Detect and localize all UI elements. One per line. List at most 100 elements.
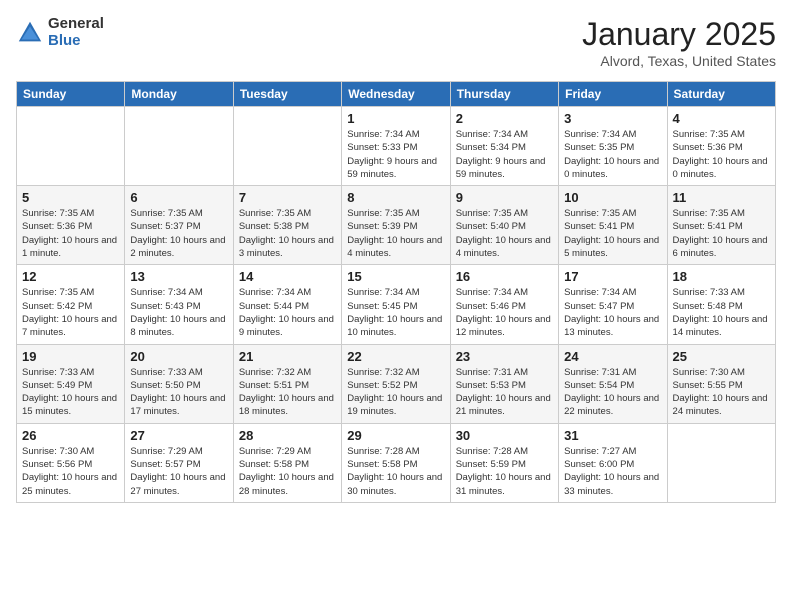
- calendar-cell: 23 Sunrise: 7:31 AM Sunset: 5:53 PM Dayli…: [450, 344, 558, 423]
- day-info: Sunrise: 7:30 AM Sunset: 5:56 PM Dayligh…: [22, 445, 119, 498]
- calendar-cell: [125, 107, 233, 186]
- day-info: Sunrise: 7:33 AM Sunset: 5:50 PM Dayligh…: [130, 366, 227, 419]
- day-info: Sunrise: 7:35 AM Sunset: 5:38 PM Dayligh…: [239, 207, 336, 260]
- calendar-cell: 20Sunrise: 7:33 AM Sunset: 5:50 PM Dayli…: [125, 344, 233, 423]
- day-number: 19: [22, 349, 119, 364]
- day-of-week-header: Wednesday: [342, 82, 450, 107]
- day-number: 4: [673, 111, 770, 126]
- day-of-week-header: Thursday: [450, 82, 558, 107]
- calendar-cell: 12Sunrise: 7:35 AM Sunset: 5:42 PM Dayli…: [17, 265, 125, 344]
- day-info: Sunrise: 7:35 AM Sunset: 5:40 PM Dayligh…: [456, 207, 553, 260]
- day-number: 18: [673, 269, 770, 284]
- day-of-week-header: Saturday: [667, 82, 775, 107]
- calendar-header-row: SundayMondayTuesdayWednesdayThursdayFrid…: [17, 82, 776, 107]
- day-info: Sunrise: 7:34 AM Sunset: 5:34 PM Dayligh…: [456, 128, 553, 181]
- day-number: 12: [22, 269, 119, 284]
- calendar-cell: [667, 423, 775, 502]
- calendar-cell: 1 Sunrise: 7:34 AM Sunset: 5:33 PM Daylig…: [342, 107, 450, 186]
- calendar-cell: 25 Sunrise: 7:30 AM Sunset: 5:55 PM Dayli…: [667, 344, 775, 423]
- calendar-cell: 24Sunrise: 7:31 AM Sunset: 5:54 PM Dayli…: [559, 344, 667, 423]
- day-of-week-header: Monday: [125, 82, 233, 107]
- day-number: 22: [347, 349, 444, 364]
- calendar-cell: 6 Sunrise: 7:35 AM Sunset: 5:37 PM Daylig…: [125, 186, 233, 265]
- calendar-cell: 21Sunrise: 7:32 AM Sunset: 5:51 PM Dayli…: [233, 344, 341, 423]
- calendar-week-row: 12Sunrise: 7:35 AM Sunset: 5:42 PM Dayli…: [17, 265, 776, 344]
- day-info: Sunrise: 7:34 AM Sunset: 5:46 PM Dayligh…: [456, 286, 553, 339]
- day-info: Sunrise: 7:33 AM Sunset: 5:48 PM Dayligh…: [673, 286, 770, 339]
- day-info: Sunrise: 7:34 AM Sunset: 5:35 PM Dayligh…: [564, 128, 661, 181]
- day-number: 23: [456, 349, 553, 364]
- calendar-cell: 22Sunrise: 7:32 AM Sunset: 5:52 PM Dayli…: [342, 344, 450, 423]
- calendar-cell: 16Sunrise: 7:34 AM Sunset: 5:46 PM Dayli…: [450, 265, 558, 344]
- day-info: Sunrise: 7:33 AM Sunset: 5:49 PM Dayligh…: [22, 366, 119, 419]
- calendar-cell: [17, 107, 125, 186]
- day-of-week-header: Sunday: [17, 82, 125, 107]
- day-info: Sunrise: 7:35 AM Sunset: 5:41 PM Dayligh…: [564, 207, 661, 260]
- calendar-subtitle: Alvord, Texas, United States: [582, 53, 776, 69]
- day-number: 29: [347, 428, 444, 443]
- day-number: 21: [239, 349, 336, 364]
- day-number: 6: [130, 190, 227, 205]
- day-number: 26: [22, 428, 119, 443]
- calendar-cell: 11 Sunrise: 7:35 AM Sunset: 5:41 PM Dayli…: [667, 186, 775, 265]
- day-number: 15: [347, 269, 444, 284]
- day-info: Sunrise: 7:29 AM Sunset: 5:57 PM Dayligh…: [130, 445, 227, 498]
- calendar-cell: 2 Sunrise: 7:34 AM Sunset: 5:34 PM Daylig…: [450, 107, 558, 186]
- day-info: Sunrise: 7:34 AM Sunset: 5:45 PM Dayligh…: [347, 286, 444, 339]
- day-number: 7: [239, 190, 336, 205]
- day-number: 2: [456, 111, 553, 126]
- calendar-week-row: 1 Sunrise: 7:34 AM Sunset: 5:33 PM Daylig…: [17, 107, 776, 186]
- day-info: Sunrise: 7:34 AM Sunset: 5:44 PM Dayligh…: [239, 286, 336, 339]
- calendar-week-row: 19 Sunrise: 7:33 AM Sunset: 5:49 PM Dayli…: [17, 344, 776, 423]
- calendar-cell: 9 Sunrise: 7:35 AM Sunset: 5:40 PM Daylig…: [450, 186, 558, 265]
- title-block: January 2025 Alvord, Texas, United State…: [582, 16, 776, 69]
- day-info: Sunrise: 7:27 AM Sunset: 6:00 PM Dayligh…: [564, 445, 661, 498]
- day-number: 1: [347, 111, 444, 126]
- day-info: Sunrise: 7:35 AM Sunset: 5:39 PM Dayligh…: [347, 207, 444, 260]
- logo-general-text: General: [48, 16, 104, 33]
- logo-icon: [16, 19, 44, 47]
- calendar-cell: 14Sunrise: 7:34 AM Sunset: 5:44 PM Dayli…: [233, 265, 341, 344]
- calendar-cell: 13Sunrise: 7:34 AM Sunset: 5:43 PM Dayli…: [125, 265, 233, 344]
- calendar-cell: 28Sunrise: 7:29 AM Sunset: 5:58 PM Dayli…: [233, 423, 341, 502]
- calendar-cell: 18 Sunrise: 7:33 AM Sunset: 5:48 PM Dayli…: [667, 265, 775, 344]
- logo-text: General Blue: [48, 16, 104, 49]
- day-number: 8: [347, 190, 444, 205]
- day-number: 5: [22, 190, 119, 205]
- calendar-cell: 19 Sunrise: 7:33 AM Sunset: 5:49 PM Dayli…: [17, 344, 125, 423]
- calendar-cell: 26 Sunrise: 7:30 AM Sunset: 5:56 PM Dayli…: [17, 423, 125, 502]
- day-info: Sunrise: 7:31 AM Sunset: 5:54 PM Dayligh…: [564, 366, 661, 419]
- day-number: 17: [564, 269, 661, 284]
- day-number: 9: [456, 190, 553, 205]
- calendar-cell: 10 Sunrise: 7:35 AM Sunset: 5:41 PM Dayli…: [559, 186, 667, 265]
- calendar-cell: 30 Sunrise: 7:28 AM Sunset: 5:59 PM Dayli…: [450, 423, 558, 502]
- calendar-cell: 3 Sunrise: 7:34 AM Sunset: 5:35 PM Daylig…: [559, 107, 667, 186]
- day-of-week-header: Tuesday: [233, 82, 341, 107]
- day-number: 28: [239, 428, 336, 443]
- calendar-cell: 8 Sunrise: 7:35 AM Sunset: 5:39 PM Daylig…: [342, 186, 450, 265]
- day-info: Sunrise: 7:35 AM Sunset: 5:41 PM Dayligh…: [673, 207, 770, 260]
- day-info: Sunrise: 7:30 AM Sunset: 5:55 PM Dayligh…: [673, 366, 770, 419]
- day-info: Sunrise: 7:35 AM Sunset: 5:36 PM Dayligh…: [22, 207, 119, 260]
- calendar-cell: 29Sunrise: 7:28 AM Sunset: 5:58 PM Dayli…: [342, 423, 450, 502]
- logo: General Blue: [16, 16, 104, 49]
- day-number: 3: [564, 111, 661, 126]
- day-info: Sunrise: 7:28 AM Sunset: 5:59 PM Dayligh…: [456, 445, 553, 498]
- calendar-cell: 15 Sunrise: 7:34 AM Sunset: 5:45 PM Dayli…: [342, 265, 450, 344]
- calendar-week-row: 26 Sunrise: 7:30 AM Sunset: 5:56 PM Dayli…: [17, 423, 776, 502]
- page-header: General Blue January 2025 Alvord, Texas,…: [16, 16, 776, 69]
- day-number: 11: [673, 190, 770, 205]
- day-number: 13: [130, 269, 227, 284]
- day-number: 10: [564, 190, 661, 205]
- calendar-cell: 17Sunrise: 7:34 AM Sunset: 5:47 PM Dayli…: [559, 265, 667, 344]
- day-info: Sunrise: 7:34 AM Sunset: 5:33 PM Dayligh…: [347, 128, 444, 181]
- day-number: 30: [456, 428, 553, 443]
- day-info: Sunrise: 7:35 AM Sunset: 5:37 PM Dayligh…: [130, 207, 227, 260]
- day-number: 31: [564, 428, 661, 443]
- day-number: 25: [673, 349, 770, 364]
- calendar-cell: 4 Sunrise: 7:35 AM Sunset: 5:36 PM Daylig…: [667, 107, 775, 186]
- calendar-title: January 2025: [582, 16, 776, 53]
- calendar-cell: [233, 107, 341, 186]
- day-info: Sunrise: 7:31 AM Sunset: 5:53 PM Dayligh…: [456, 366, 553, 419]
- day-info: Sunrise: 7:35 AM Sunset: 5:36 PM Dayligh…: [673, 128, 770, 181]
